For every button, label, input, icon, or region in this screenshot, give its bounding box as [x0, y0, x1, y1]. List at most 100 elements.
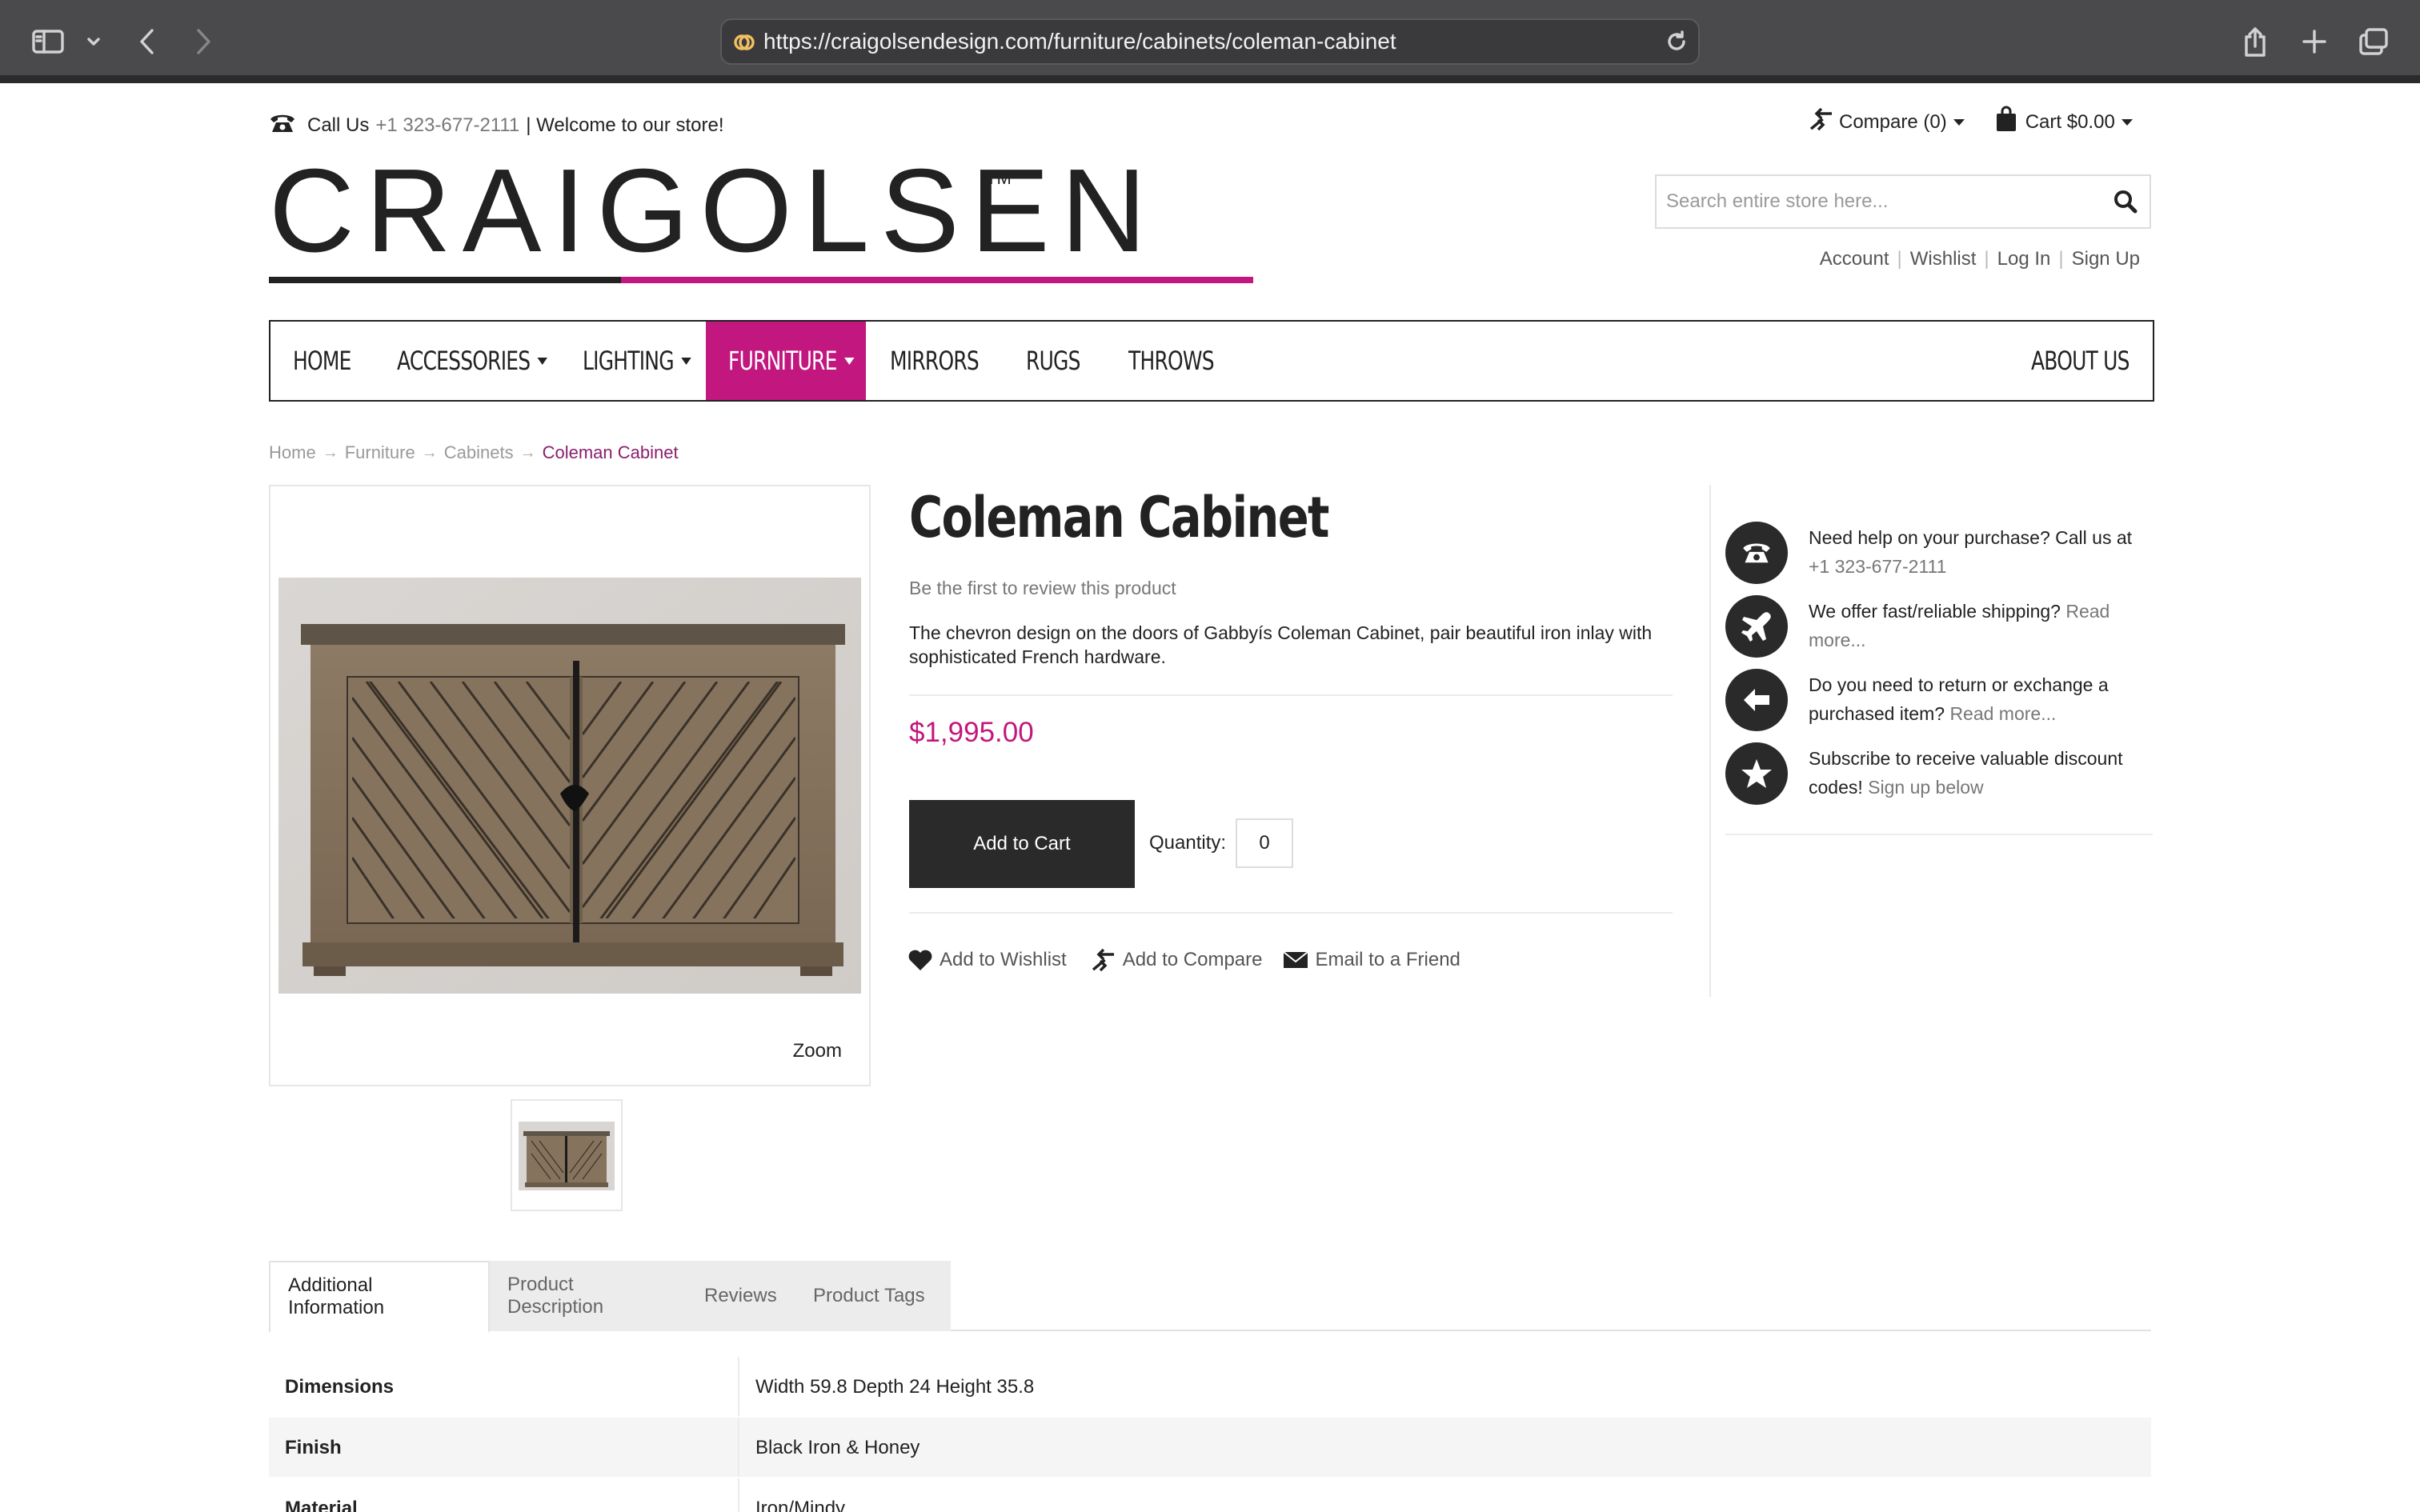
add-to-wishlist-link[interactable]: Add to Wishlist: [908, 949, 1067, 971]
row-value: Iron/Mindy: [755, 1498, 846, 1512]
forward-icon[interactable]: [182, 21, 224, 62]
search-icon[interactable]: [2113, 189, 2138, 218]
quantity-input[interactable]: [1236, 818, 1293, 868]
main-navigation: HOME ACCESSORIES LIGHTING FURNITURE MIRR…: [269, 320, 2154, 402]
call-us-label: Call Us: [307, 114, 370, 136]
additional-info-table: Dimensions Width 59.8 Depth 24 Height 35…: [269, 1355, 2151, 1512]
product-image-frame[interactable]: Zoom: [269, 485, 871, 1086]
airplane-icon: [1725, 595, 1788, 658]
add-to-compare-link[interactable]: Add to Compare: [1088, 947, 1262, 973]
zoom-label[interactable]: Zoom: [793, 1040, 842, 1062]
phone-number[interactable]: +1 323-677-2111: [375, 114, 519, 137]
nav-lighting[interactable]: LIGHTING: [583, 322, 691, 400]
new-tab-icon[interactable]: [2294, 21, 2335, 62]
nav-label: MIRRORS: [890, 346, 980, 376]
caret-down-icon: [843, 357, 855, 365]
quantity-label: Quantity:: [1149, 832, 1227, 854]
compare-dropdown[interactable]: Compare (0): [1805, 106, 1965, 138]
tab-reviews[interactable]: Reviews: [687, 1261, 795, 1331]
search-input[interactable]: [1657, 176, 2105, 227]
product-photo: [278, 578, 861, 994]
breadcrumb-furniture[interactable]: Furniture: [345, 442, 415, 463]
product-title: Coleman Cabinet: [909, 485, 1329, 550]
product-price: $1,995.00: [909, 717, 1034, 748]
tab-product-description[interactable]: Product Description: [490, 1261, 687, 1331]
column-divider: [738, 1418, 739, 1478]
star-icon: [1725, 742, 1788, 805]
product-thumbnail[interactable]: [511, 1099, 623, 1211]
divider: [909, 694, 1673, 696]
read-more-link[interactable]: Read more...: [1949, 703, 2056, 724]
product-tabs: Additional Information Product Descripti…: [269, 1261, 2151, 1333]
back-icon[interactable]: [126, 21, 168, 62]
phone-icon: [269, 113, 296, 139]
heart-icon: [908, 950, 932, 970]
nav-accessories[interactable]: ACCESSORIES: [397, 322, 548, 400]
tab-label: Reviews: [704, 1285, 777, 1306]
review-link[interactable]: Be the first to review this product: [909, 578, 1176, 599]
column-divider: [738, 1357, 739, 1418]
sidebar-toggle-icon[interactable]: [27, 21, 69, 62]
tab-additional-information[interactable]: Additional Information: [269, 1261, 490, 1333]
nav-label: THROWS: [1128, 346, 1215, 376]
email-friend-link[interactable]: Email to a Friend: [1283, 949, 1460, 971]
help-phone[interactable]: +1 323-677-2111: [1809, 556, 1946, 577]
search-box: [1655, 174, 2151, 229]
account-link[interactable]: Account: [1820, 248, 1889, 270]
envelope-icon: [1283, 951, 1309, 968]
nav-label: HOME: [293, 346, 351, 376]
divider: [1725, 834, 2153, 835]
help-text: Need help on your purchase? Call us at: [1809, 527, 2133, 548]
cart-label: Cart $0.00: [2025, 110, 2115, 133]
email-label: Email to a Friend: [1315, 949, 1460, 970]
share-icon[interactable]: [2234, 21, 2276, 62]
login-link[interactable]: Log In: [1997, 248, 2051, 270]
cart-dropdown[interactable]: Cart $0.00: [1995, 106, 2133, 138]
logo-underline-dark: [269, 277, 621, 283]
nav-mirrors[interactable]: MIRRORS: [890, 322, 980, 400]
compare-icon: [1805, 106, 1834, 138]
tab-overview-icon[interactable]: [2353, 21, 2394, 62]
nav-home[interactable]: HOME: [293, 322, 351, 400]
nav-furniture[interactable]: FURNITURE: [728, 322, 855, 400]
nav-about-us[interactable]: ABOUT US: [2031, 322, 2130, 400]
wishlist-link[interactable]: Wishlist: [1910, 248, 1977, 270]
divider: [909, 912, 1673, 914]
breadcrumb-cabinets[interactable]: Cabinets: [444, 442, 514, 463]
url-text: https://craigolsendesign.com/furniture/c…: [763, 29, 1396, 54]
caret-down-icon: [2121, 118, 2133, 126]
table-row: Material Iron/Mindy: [269, 1477, 2151, 1512]
sign-up-link[interactable]: Sign up below: [1868, 777, 1984, 798]
tab-label: Additional Information: [288, 1274, 385, 1318]
tab-product-tags[interactable]: Product Tags: [795, 1261, 951, 1331]
caret-down-icon: [537, 357, 548, 365]
add-to-cart-button[interactable]: Add to Cart: [909, 800, 1135, 888]
address-bar[interactable]: https://craigolsendesign.com/furniture/c…: [720, 18, 1700, 65]
row-value: Width 59.8 Depth 24 Height 35.8: [755, 1376, 1035, 1398]
logo-wordmark: CRAIGOLSEN: [269, 145, 1158, 277]
arrow-left-icon: [1725, 669, 1788, 731]
row-key: Dimensions: [285, 1376, 395, 1398]
caret-down-icon: [681, 357, 691, 365]
link-separator: |: [2058, 248, 2064, 270]
row-key: Material: [285, 1498, 358, 1512]
signup-link[interactable]: Sign Up: [2072, 248, 2140, 270]
table-row: Finish Black Iron & Honey: [269, 1416, 2151, 1478]
help-text: We offer fast/reliable shipping?: [1809, 601, 2061, 622]
chevron-down-icon[interactable]: [74, 21, 114, 62]
product-description: The chevron design on the doors of Gabby…: [909, 622, 1653, 667]
breadcrumb-home[interactable]: Home: [269, 442, 316, 463]
breadcrumb-current: Coleman Cabinet: [542, 442, 679, 462]
sidebar-divider: [1709, 485, 1711, 997]
site-info-icon[interactable]: [733, 31, 755, 58]
nav-label: FURNITURE: [728, 346, 837, 376]
site-logo[interactable]: CRAIGOLSEN TM: [269, 152, 1253, 288]
link-separator: |: [1984, 248, 1989, 270]
link-separator: |: [1897, 248, 1902, 270]
phone-icon: [1725, 522, 1788, 584]
reload-icon[interactable]: [1665, 30, 1689, 58]
row-key: Finish: [285, 1437, 342, 1458]
nav-throws[interactable]: THROWS: [1128, 322, 1215, 400]
shopping-bag-icon: [1995, 106, 2017, 138]
nav-rugs[interactable]: RUGS: [1026, 322, 1080, 400]
